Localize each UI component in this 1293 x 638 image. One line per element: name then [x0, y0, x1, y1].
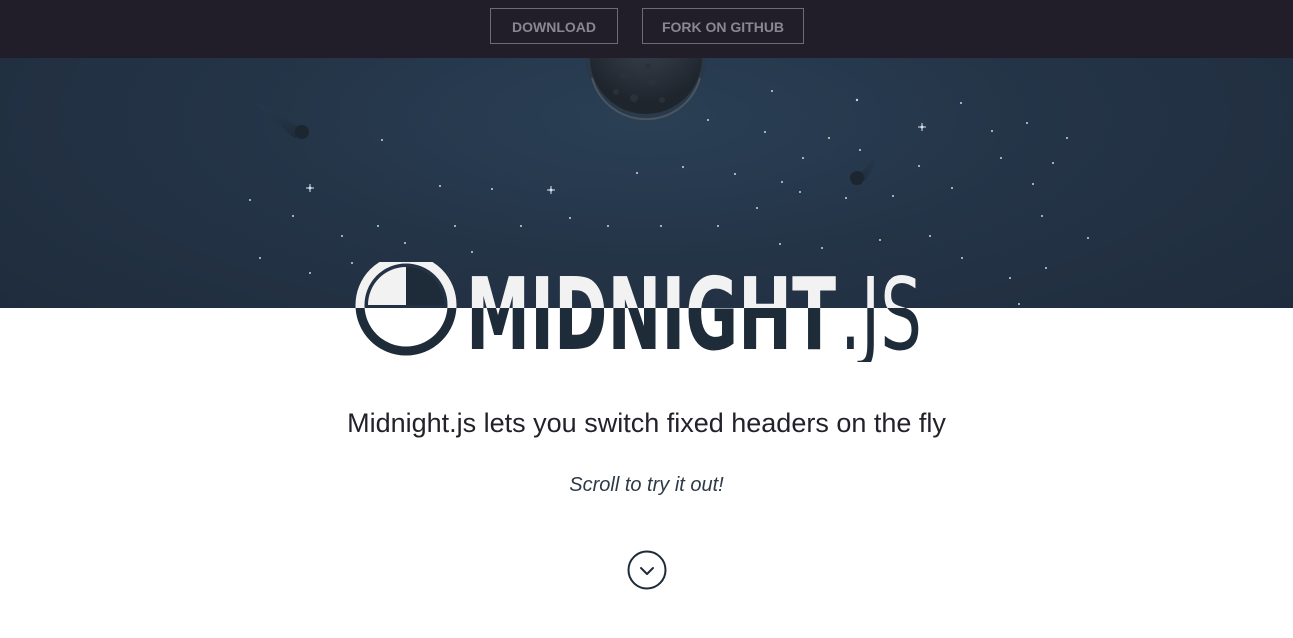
sparkles — [306, 123, 926, 194]
fork-on-github-button[interactable]: FORK ON GITHUB — [642, 8, 804, 44]
fixed-header: DOWNLOAD FORK ON GITHUB — [0, 0, 1293, 58]
tagline: Midnight.js lets you switch fixed header… — [347, 408, 946, 438]
moon-icon — [586, 58, 706, 121]
midnight-js-logo: MIDNIGHT .JS MIDNIGHT .JS — [355, 262, 922, 362]
chevron-down-icon[interactable] — [627, 550, 667, 590]
comet-left-icon — [250, 98, 309, 139]
scroll-hint: Scroll to try it out! — [569, 474, 724, 496]
page: DOWNLOAD FORK ON GITHUB MIDNIGHT .JS MID… — [0, 0, 1293, 638]
comet-right-icon — [850, 138, 890, 185]
download-button[interactable]: DOWNLOAD — [490, 8, 618, 44]
